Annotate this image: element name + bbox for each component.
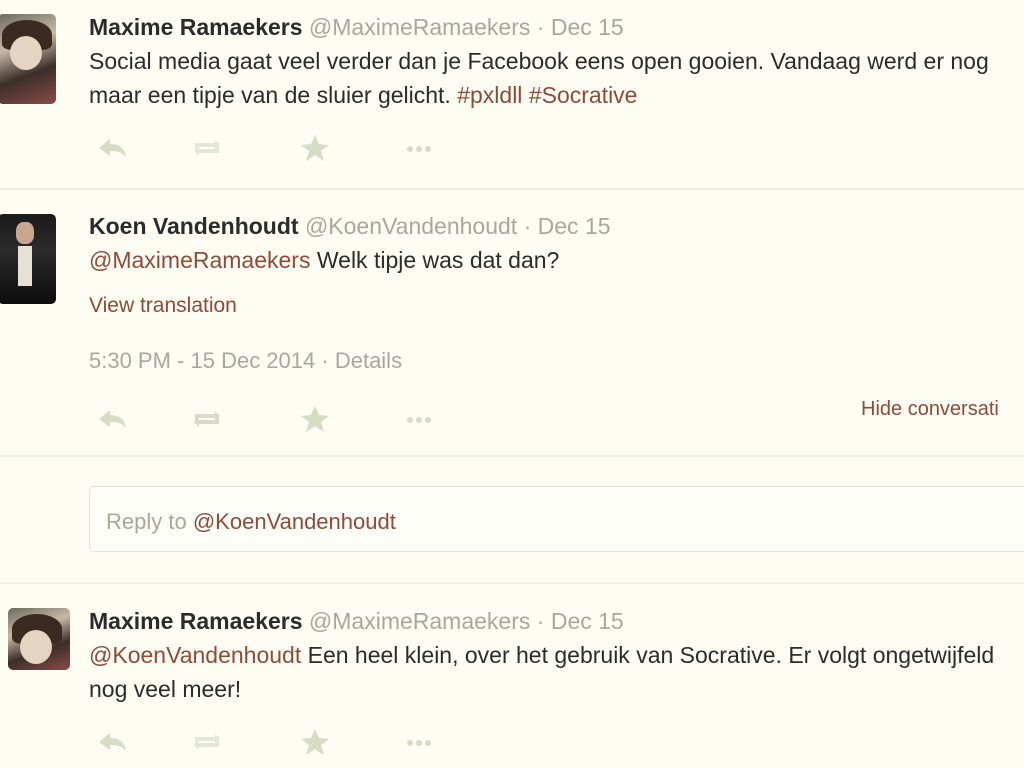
separator-dot: · (321, 348, 329, 373)
avatar[interactable] (0, 14, 56, 104)
separator-dot: · (536, 608, 545, 634)
more-icon[interactable] (399, 133, 439, 163)
tweet-header: Maxime Ramaekers @MaximeRamaekers · Dec … (89, 608, 624, 635)
star-icon[interactable] (295, 133, 335, 163)
more-icon[interactable] (399, 727, 439, 757)
tweet-text: Social media gaat veel verder dan je Fac… (89, 44, 1019, 112)
tweet-date[interactable]: Dec 15 (538, 213, 611, 239)
reply-icon[interactable] (93, 133, 133, 163)
view-translation-link[interactable]: View translation (89, 294, 237, 318)
tweet-text: @KoenVandenhoudt Een heel klein, over he… (89, 638, 1019, 706)
reply-prefix: Reply to (106, 509, 187, 534)
hide-conversation-link[interactable]: Hide conversati (861, 398, 999, 421)
reply-icon[interactable] (93, 404, 133, 434)
tweet-actions (93, 404, 453, 434)
retweet-icon[interactable] (187, 133, 227, 163)
avatar[interactable] (8, 608, 70, 670)
tweet-actions (93, 133, 453, 163)
mention-link[interactable]: @KoenVandenhoudt (89, 642, 301, 668)
details-link[interactable]: Details (335, 348, 402, 373)
tweet-timestamp-row: 5:30 PM - 15 Dec 2014 · Details (89, 348, 402, 374)
tweet-timestamp: 5:30 PM - 15 Dec 2014 (89, 348, 316, 373)
star-icon[interactable] (295, 404, 335, 434)
tweet-actions (93, 727, 453, 757)
avatar[interactable] (0, 214, 56, 304)
reply-icon[interactable] (93, 727, 133, 757)
author-handle[interactable]: @MaximeRamaekers (309, 608, 530, 634)
more-icon[interactable] (399, 404, 439, 434)
retweet-icon[interactable] (187, 727, 227, 757)
tweet-header: Maxime Ramaekers @MaximeRamaekers · Dec … (89, 14, 624, 41)
author-handle[interactable]: @MaximeRamaekers (309, 14, 530, 40)
reply-input[interactable]: Reply to @KoenVandenhoudt (89, 486, 1024, 552)
tweet-date[interactable]: Dec 15 (551, 608, 624, 634)
tweet-text: @MaximeRamaekers Welk tipje was dat dan? (89, 243, 1019, 277)
reply-mention: @KoenVandenhoudt (192, 509, 396, 534)
hashtag-link[interactable]: #pxldll (457, 82, 522, 108)
mention-link[interactable]: @MaximeRamaekers (89, 247, 310, 273)
tweet-body: Welk tipje was dat dan? (316, 247, 560, 273)
tweet-date[interactable]: Dec 15 (551, 14, 624, 40)
retweet-icon[interactable] (187, 404, 227, 434)
separator-dot: · (536, 14, 545, 40)
tweet-header: Koen Vandenhoudt @KoenVandenhoudt · Dec … (89, 213, 611, 240)
author-name[interactable]: Maxime Ramaekers (89, 14, 303, 40)
divider (0, 188, 1024, 190)
star-icon[interactable] (295, 727, 335, 757)
divider (0, 455, 1024, 457)
author-name[interactable]: Koen Vandenhoudt (89, 213, 299, 239)
hashtag-link[interactable]: #Socrative (529, 82, 638, 108)
separator-dot: · (523, 213, 532, 239)
divider (0, 582, 1024, 584)
author-name[interactable]: Maxime Ramaekers (89, 608, 303, 634)
author-handle[interactable]: @KoenVandenhoudt (305, 213, 517, 239)
